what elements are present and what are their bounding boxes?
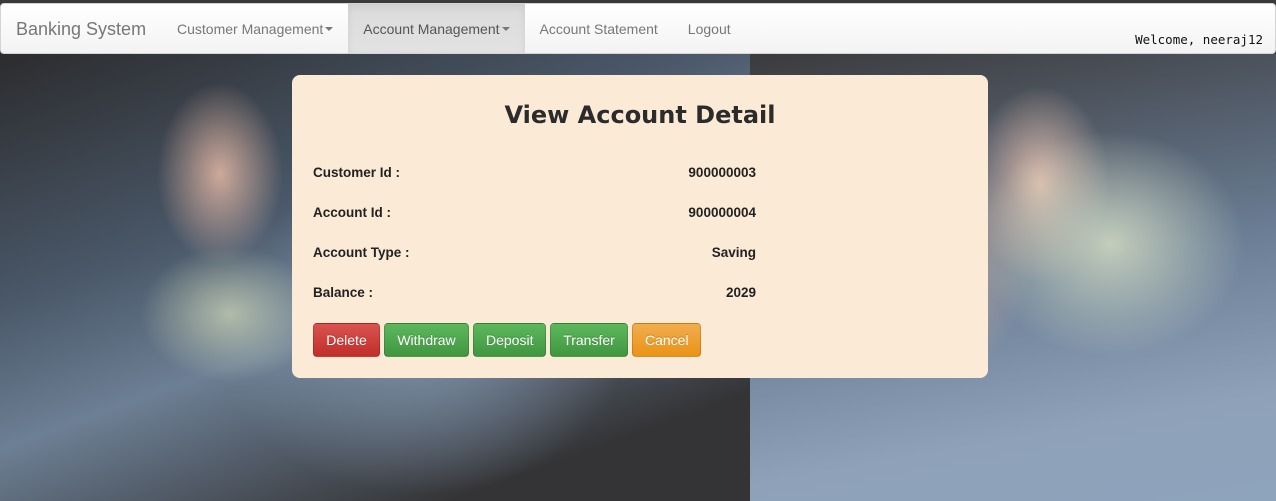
- field-label: Account Id :: [313, 205, 391, 220]
- field-customer-id: Customer Id : 900000003: [313, 165, 756, 180]
- transfer-button[interactable]: Transfer: [550, 323, 628, 357]
- welcome-text: Welcome, neeraj12: [1135, 32, 1263, 47]
- account-detail-panel: View Account Detail Customer Id : 900000…: [292, 75, 988, 378]
- delete-button[interactable]: Delete: [313, 323, 380, 357]
- field-label: Customer Id :: [313, 165, 401, 180]
- page-title: View Account Detail: [504, 101, 776, 129]
- caret-down-icon: [325, 26, 334, 31]
- nav-logout[interactable]: Logout: [673, 4, 746, 53]
- nav-customer-management[interactable]: Customer Management: [162, 4, 348, 53]
- withdraw-button[interactable]: Withdraw: [384, 323, 469, 357]
- nav-account-statement[interactable]: Account Statement: [525, 4, 673, 53]
- field-balance: Balance : 2029: [313, 285, 756, 300]
- nav-account-management[interactable]: Account Management: [348, 4, 525, 53]
- cancel-button[interactable]: Cancel: [632, 323, 701, 357]
- brand-link[interactable]: Banking System: [1, 4, 162, 53]
- caret-down-icon: [501, 26, 510, 31]
- nav-account-management-label: Account Management: [363, 20, 500, 37]
- field-value: Saving: [711, 245, 756, 260]
- deposit-button[interactable]: Deposit: [473, 323, 546, 357]
- top-navbar: Banking System Customer Management Accou…: [0, 3, 1276, 54]
- field-account-type: Account Type : Saving: [313, 245, 756, 260]
- field-value: 900000004: [688, 205, 756, 220]
- nav-customer-management-label: Customer Management: [177, 20, 324, 37]
- field-label: Balance :: [313, 285, 374, 300]
- action-buttons: Delete Withdraw Deposit Transfer Cancel: [313, 323, 701, 357]
- field-value: 900000003: [688, 165, 756, 180]
- field-account-id: Account Id : 900000004: [313, 205, 756, 220]
- field-label: Account Type :: [313, 245, 410, 260]
- field-value: 2029: [725, 285, 756, 300]
